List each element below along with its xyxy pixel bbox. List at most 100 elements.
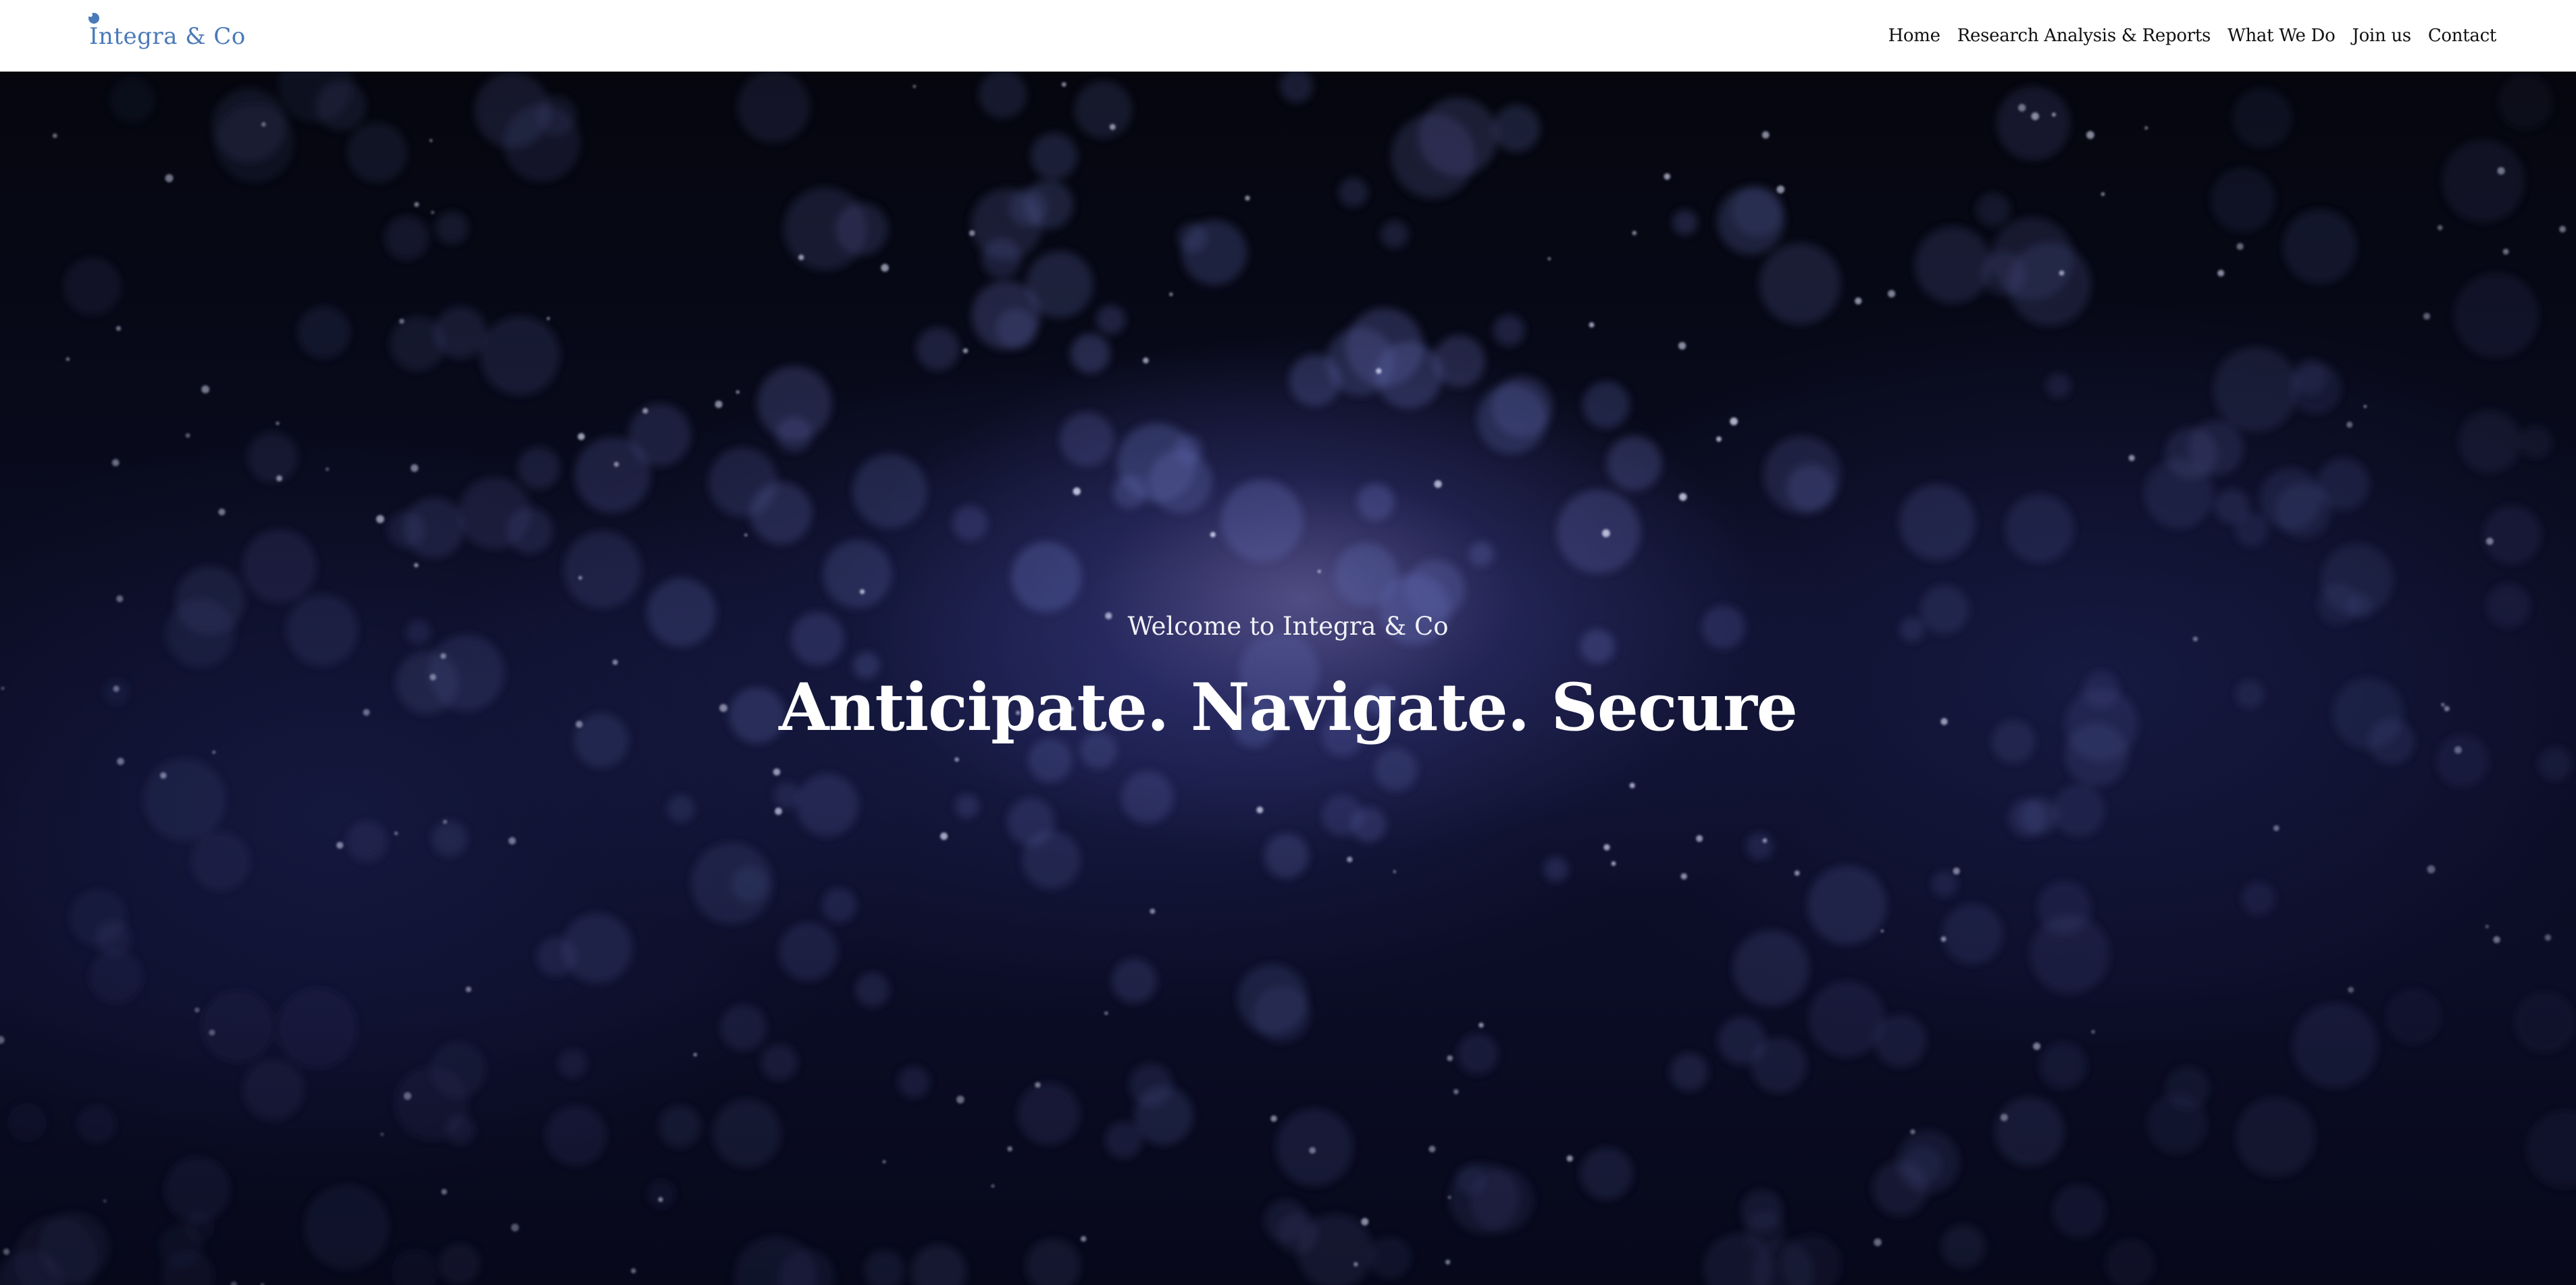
bokeh-orb [7,1103,47,1143]
bokeh-orb [1903,1145,1942,1185]
bokeh-sparkle [954,757,959,762]
bokeh-sparkle [1611,861,1616,866]
nav-link-home[interactable]: Home [1888,26,1940,46]
brand-logo[interactable]: Integra & Co [85,9,246,57]
logo-mark-icon [88,13,99,24]
bokeh-orb [1275,1109,1354,1186]
bokeh-orb [77,1105,116,1144]
bokeh-sparkle [773,768,781,776]
bokeh-orb [1351,807,1387,843]
bokeh-sparkle [66,357,70,361]
bokeh-sparkle [209,1029,215,1036]
bokeh-orb [1931,871,1958,897]
bokeh-orb [1874,1014,1927,1067]
bokeh-orb [190,831,251,891]
site-header: Integra & Co Home Research Analysis & Re… [0,0,2576,72]
bokeh-orb [1374,748,1418,791]
bokeh-orb [242,529,316,603]
bokeh-sparkle [2217,269,2225,277]
bokeh-orb [545,1105,607,1167]
bokeh-orb [480,315,560,396]
bokeh-sparkle [2033,1043,2041,1050]
bokeh-sparkle [2236,242,2244,251]
bokeh-sparkle [658,1197,663,1202]
bokeh-orb [773,782,800,808]
bokeh-sparkle [2493,936,2500,943]
bokeh-sparkle [1447,1055,1453,1061]
bokeh-sparkle [2485,924,2489,928]
bokeh-sparkle [1730,417,1738,425]
bokeh-sparkle [631,1268,636,1274]
bokeh-orb [952,505,988,541]
bokeh-sparkle [380,1132,384,1136]
bokeh-orb [1732,930,1809,1007]
bokeh-sparkle [414,202,419,207]
bokeh-sparkle [1603,844,1610,851]
bokeh-sparkle [1547,257,1551,261]
bokeh-orb [559,1049,587,1078]
bokeh-orb [2052,1184,2106,1238]
bokeh-orb [1220,479,1304,562]
bokeh-sparkle [465,987,471,993]
bokeh-sparkle [1566,1155,1573,1162]
nav-item-what-we-do: What We Do [2227,26,2336,46]
bokeh-orb [384,215,429,260]
bokeh-orb [1134,1086,1193,1145]
bokeh-sparkle [230,1281,237,1285]
bokeh-orb [1759,242,1841,325]
bokeh-orb [1732,186,1783,236]
bokeh-orb [2458,410,2521,473]
bokeh-orb [1607,436,1662,491]
nav-link-contact[interactable]: Contact [2428,26,2496,46]
bokeh-orb [164,1157,231,1223]
bokeh-sparkle [2031,112,2039,120]
bokeh-sparkle [1445,1259,1451,1265]
bokeh-sparkle [1256,806,1264,814]
bokeh-sparkle [261,122,266,127]
bokeh-orb [1493,315,1525,346]
bokeh-sparkle [969,230,975,236]
bokeh-sparkle [962,348,969,354]
bokeh-sparkle [442,820,447,824]
bokeh-sparkle [1428,1145,1436,1153]
bokeh-orb [864,1250,905,1285]
bokeh-sparkle [2128,454,2135,461]
bokeh-orb [1899,484,1976,560]
nav-link-what-we-do[interactable]: What We Do [2227,26,2336,46]
bokeh-sparkle [1062,82,1066,87]
bokeh-orb [1582,381,1630,429]
nav-link-join-us[interactable]: Join us [2352,26,2411,46]
bokeh-orb [1580,1147,1633,1200]
bokeh-sparkle [403,1092,412,1100]
bokeh-orb [720,1005,767,1051]
bokeh-orb [391,1248,438,1285]
bokeh-sparkle [1589,322,1595,327]
bokeh-orb [1449,1163,1520,1234]
nav-link-research-analysis-reports[interactable]: Research Analysis & Reports [1957,26,2211,46]
bokeh-orb [2215,488,2250,524]
bokeh-orb [537,95,577,136]
bokeh-sparkle [2363,404,2367,409]
bokeh-orb [1741,1189,1783,1232]
bokeh-sparkle [546,317,550,320]
bokeh-orb [1556,490,1641,574]
bokeh-sparkle [744,533,748,537]
bokeh-sparkle [411,464,419,472]
bokeh-sparkle [201,385,209,394]
bokeh-sparkle [1632,230,1637,236]
bokeh-sparkle [431,211,434,214]
bokeh-orb [212,88,286,163]
bokeh-orb [2283,209,2357,284]
bokeh-orb [2235,1097,2316,1177]
bokeh-orb [855,972,890,1007]
bokeh-orb [916,327,960,371]
bokeh-sparkle [1602,529,1610,537]
bokeh-orb [821,888,856,922]
bokeh-orb [517,446,560,490]
bokeh-sparkle [1150,908,1156,914]
bokeh-orb [737,72,810,143]
bokeh-orb [2290,362,2342,414]
bokeh-sparkle [715,400,723,409]
bokeh-orb [390,316,446,371]
hero-content: Welcome to Integra & Co Anticipate. Navi… [0,612,2576,745]
